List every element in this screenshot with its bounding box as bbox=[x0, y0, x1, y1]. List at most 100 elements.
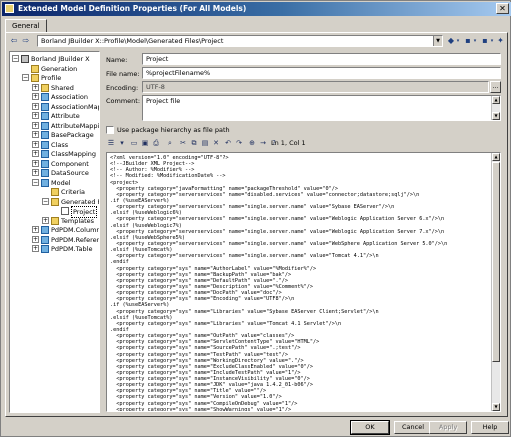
template-editor[interactable]: <?xml version="1.0" encoding="UTF-8"?> <!… bbox=[106, 152, 501, 412]
tree-item[interactable]: − Profile bbox=[10, 73, 99, 83]
tree-item[interactable]: − Generated Files bbox=[10, 197, 99, 207]
delete-icon[interactable]: ✕ bbox=[211, 138, 221, 148]
name-field[interactable]: Project bbox=[142, 53, 501, 65]
properties-icon[interactable]: ☰ bbox=[106, 138, 116, 148]
close-icon[interactable]: ✕ bbox=[496, 3, 509, 14]
tree-item-label: Generated Files bbox=[61, 197, 99, 206]
expand-icon[interactable]: + bbox=[32, 140, 39, 148]
redo-icon[interactable]: ↷ bbox=[234, 138, 244, 148]
open-icon[interactable]: ▭ bbox=[129, 138, 139, 148]
ok-button[interactable]: OK bbox=[350, 420, 390, 435]
scroll-thumb[interactable] bbox=[492, 162, 500, 362]
extension-icon bbox=[21, 55, 29, 63]
template-code[interactable]: <?xml version="1.0" encoding="UTF-8"?> <!… bbox=[110, 155, 490, 411]
expand-icon[interactable]: + bbox=[32, 112, 39, 119]
encoding-browse-button[interactable]: ... bbox=[490, 81, 501, 93]
tree-item[interactable]: + Class bbox=[10, 140, 99, 150]
comment-scrollbar[interactable]: ▲ ▼ bbox=[491, 96, 500, 120]
tree-item[interactable]: Generation bbox=[10, 64, 99, 74]
folder-icon bbox=[41, 83, 49, 92]
tree-item[interactable]: + DataSource bbox=[10, 168, 99, 178]
expand-icon[interactable]: + bbox=[32, 102, 39, 110]
name-label: Name: bbox=[106, 56, 128, 64]
app-icon bbox=[5, 4, 14, 13]
expand-icon[interactable]: + bbox=[32, 93, 39, 100]
tree-item[interactable]: + PdPDM.Column bbox=[10, 225, 99, 235]
expand-icon[interactable]: + bbox=[32, 235, 39, 243]
new-icon[interactable]: ▾ bbox=[117, 138, 127, 148]
editor-scrollbar[interactable]: ▲ ▼ bbox=[491, 153, 500, 411]
help-icon[interactable]: ✦ bbox=[496, 36, 505, 47]
print-icon[interactable]: ⎙ bbox=[151, 138, 161, 148]
tree-item[interactable]: + AssociationMapping bbox=[10, 102, 99, 112]
go-to-icon[interactable]: → bbox=[258, 138, 268, 148]
metaclass-icon bbox=[41, 159, 49, 168]
apply-button[interactable]: Apply bbox=[429, 421, 467, 434]
scroll-up-icon[interactable]: ▲ bbox=[492, 96, 500, 104]
chevron-down-icon[interactable]: ▼ bbox=[433, 36, 442, 46]
tree-item[interactable]: + Templates bbox=[10, 216, 99, 226]
tree-item[interactable]: + PdPDM.Reference bbox=[10, 235, 99, 245]
tree-item-label: Class bbox=[51, 140, 69, 149]
tree-item-label: Association bbox=[51, 93, 89, 101]
expand-icon[interactable]: + bbox=[42, 216, 49, 224]
scroll-down-icon[interactable]: ▼ bbox=[492, 403, 500, 411]
expand-icon[interactable]: + bbox=[32, 245, 39, 252]
tree-item[interactable]: + Shared bbox=[10, 83, 99, 93]
cancel-button[interactable]: Cancel bbox=[394, 421, 432, 434]
properties-icon[interactable]: ▪ bbox=[464, 36, 472, 47]
collapse-icon[interactable]: − bbox=[42, 197, 49, 205]
undo-icon[interactable]: ↶ bbox=[223, 138, 233, 148]
find-icon[interactable]: ⌕ bbox=[165, 138, 175, 148]
tree-item[interactable]: + Component bbox=[10, 159, 99, 169]
folder-icon[interactable]: ◆ bbox=[447, 36, 455, 47]
tree-item[interactable]: − Borland JBuilder X bbox=[10, 54, 99, 64]
expand-icon[interactable]: + bbox=[32, 83, 39, 91]
insert-icon[interactable]: ⊕ bbox=[247, 138, 257, 148]
tab-general[interactable]: General bbox=[5, 19, 47, 33]
collapse-icon[interactable]: − bbox=[22, 74, 29, 81]
collapse-icon[interactable]: − bbox=[32, 178, 39, 186]
path-combobox[interactable]: Borland JBuilder X::Profile\Model\Genera… bbox=[37, 35, 443, 47]
help-icon[interactable]: ? bbox=[269, 138, 279, 148]
collapse-icon[interactable]: − bbox=[12, 55, 19, 62]
metaclass-icon bbox=[41, 226, 49, 234]
forward-arrow-icon[interactable]: ⇨ bbox=[21, 36, 31, 47]
expand-icon[interactable]: + bbox=[32, 169, 39, 176]
tree-item[interactable]: − Model bbox=[10, 178, 99, 188]
metaclass-icon bbox=[41, 178, 49, 187]
save-icon[interactable]: ▪ bbox=[481, 36, 489, 47]
expand-icon[interactable]: + bbox=[32, 131, 39, 138]
metaclass-icon bbox=[41, 121, 49, 130]
properties-dropdown-icon[interactable]: ▾ bbox=[472, 36, 478, 47]
paste-icon[interactable]: ▤ bbox=[200, 138, 210, 148]
tree-item[interactable]: + Attribute bbox=[10, 111, 99, 121]
tree-item[interactable]: Criteria bbox=[10, 187, 99, 197]
save-icon[interactable]: ▣ bbox=[140, 138, 150, 148]
use-hierarchy-checkbox[interactable] bbox=[106, 126, 114, 134]
tree-item[interactable]: + AttributeMapping bbox=[10, 121, 99, 131]
tree-item-label: Shared bbox=[51, 83, 74, 92]
comment-textarea[interactable]: Project file ▲ ▼ bbox=[142, 95, 501, 121]
back-arrow-icon[interactable]: ⇦ bbox=[9, 36, 19, 47]
tree-item[interactable]: Project bbox=[10, 206, 99, 218]
filename-field[interactable]: %projectFilename% bbox=[142, 67, 501, 79]
expand-icon[interactable]: + bbox=[32, 150, 39, 157]
metaclass-icon bbox=[41, 150, 49, 158]
expand-icon[interactable]: + bbox=[32, 159, 39, 167]
folder-dropdown-icon[interactable]: ▾ bbox=[455, 36, 461, 47]
tree-item[interactable]: + PdPDM.Table bbox=[10, 244, 99, 254]
scroll-up-icon[interactable]: ▲ bbox=[492, 153, 500, 161]
tree-item[interactable]: + Association bbox=[10, 92, 99, 102]
copy-icon[interactable]: ⧉ bbox=[189, 138, 199, 148]
expand-icon[interactable]: + bbox=[32, 121, 39, 129]
tree-item[interactable]: + ClassMapping bbox=[10, 149, 99, 159]
tree-item-label: Model bbox=[51, 178, 71, 187]
save-dropdown-icon[interactable]: ▾ bbox=[489, 36, 495, 47]
help-button[interactable]: Help bbox=[471, 421, 509, 434]
scroll-down-icon[interactable]: ▼ bbox=[492, 112, 500, 120]
category-tree[interactable]: − Borland JBuilder X Generation − Profile + Sh… bbox=[9, 51, 100, 413]
tree-item[interactable]: + BasePackage bbox=[10, 130, 99, 140]
cut-icon[interactable]: ✂ bbox=[178, 138, 188, 148]
expand-icon[interactable]: + bbox=[32, 226, 39, 233]
